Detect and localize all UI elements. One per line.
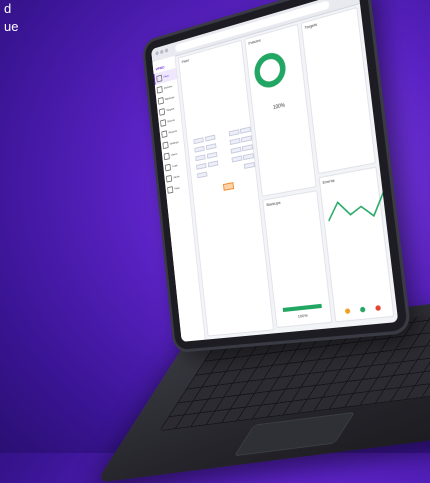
dashboard-main: Fleet Policies 100% Backups 100% Targets… (175, 3, 398, 340)
error-status-icon (375, 305, 381, 311)
fleet-node[interactable] (205, 134, 216, 141)
square-outline-icon (156, 74, 162, 82)
policies-donut-chart (252, 49, 287, 91)
fleet-node[interactable] (206, 143, 217, 150)
fleet-node[interactable] (242, 144, 253, 151)
fleet-center-node[interactable] (223, 182, 234, 191)
square-outline-icon (159, 108, 165, 116)
square-outline-icon (160, 119, 166, 127)
success-status-icon (360, 307, 366, 313)
square-outline-icon (157, 85, 163, 93)
hero-line-2: ue (4, 18, 18, 36)
fleet-node[interactable] (231, 155, 242, 162)
square-outline-icon (164, 152, 170, 160)
fleet-node[interactable] (243, 153, 254, 160)
fleet-node-column (205, 134, 218, 167)
fleet-node-column (240, 126, 255, 168)
square-outline-icon (158, 96, 164, 104)
square-outline-icon (167, 186, 173, 194)
fleet-node[interactable] (195, 145, 205, 152)
fleet-node[interactable] (230, 146, 241, 153)
fleet-node[interactable] (197, 171, 207, 178)
square-outline-icon (165, 163, 171, 171)
tablet-screen: VPRO Fleet Policies Backups Targets Even… (151, 0, 398, 342)
fleet-node[interactable] (241, 135, 252, 142)
browser-window-dots (155, 48, 168, 55)
fleet-node[interactable] (207, 160, 218, 167)
fleet-node[interactable] (229, 138, 240, 145)
fleet-node[interactable] (207, 152, 218, 159)
fleet-node[interactable] (196, 162, 206, 169)
fleet-node[interactable] (194, 137, 204, 144)
tablet-device: VPRO Fleet Policies Backups Targets Even… (140, 10, 395, 350)
events-status-dots (340, 305, 386, 315)
fleet-node[interactable] (240, 126, 251, 133)
app-window: VPRO Fleet Policies Backups Targets Even… (152, 3, 398, 342)
square-outline-icon (166, 174, 172, 182)
warning-status-icon (345, 308, 351, 314)
tablet: VPRO Fleet Policies Backups Targets Even… (144, 0, 408, 350)
hero-text: d ue (4, 0, 18, 36)
hero-line-1: d (4, 0, 18, 18)
square-outline-icon (161, 130, 167, 138)
policies-percent: 100% (253, 98, 305, 116)
fleet-node[interactable] (195, 154, 205, 161)
fleet-node[interactable] (244, 162, 255, 169)
fleet-node[interactable] (228, 129, 239, 136)
square-outline-icon (162, 141, 168, 149)
